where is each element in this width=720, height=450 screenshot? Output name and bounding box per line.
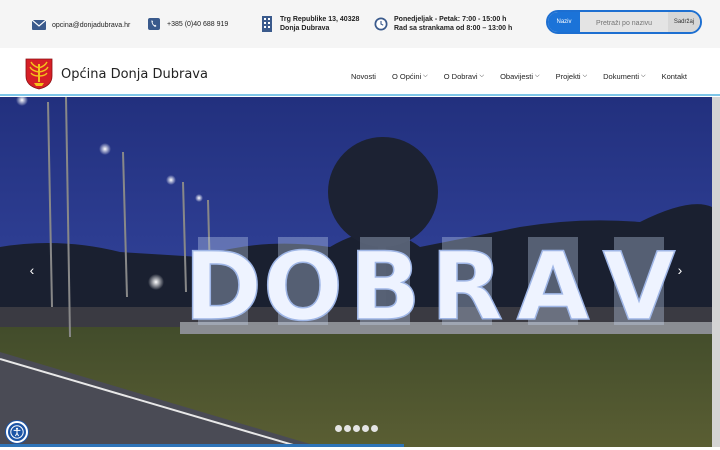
sculpture-letter: B: [349, 233, 421, 342]
top-info-bar: opcina@donjadubrava.hr +385 (0)40 688 91…: [0, 0, 720, 48]
nav-item-o-opcini[interactable]: O Općini ⌵: [392, 72, 428, 81]
nav-label: O Dobravi: [443, 72, 478, 81]
phone-text[interactable]: +385 (0)40 688 919: [167, 20, 228, 29]
sculpture-letter: A: [517, 233, 590, 342]
address-line-1: Trg Republike 13, 40328: [280, 16, 360, 23]
site-title[interactable]: Općina Donja Dubrava: [61, 67, 208, 82]
phone-icon: [147, 17, 161, 31]
main-navigation: Novosti O Općini ⌵ O Dobravi ⌵ Obavijesti ⌵…: [335, 72, 687, 81]
nav-item-dokumenti[interactable]: Dokumenti ⌵: [603, 72, 645, 81]
slider-progress-bar: [0, 444, 404, 447]
chevron-down-icon: ⌵: [641, 73, 646, 79]
search-input[interactable]: [580, 13, 668, 32]
nav-label: Novosti: [350, 72, 376, 81]
nav-label: Kontakt: [661, 72, 687, 81]
phone-info[interactable]: +385 (0)40 688 919: [147, 17, 228, 31]
slider-dot[interactable]: [344, 425, 351, 432]
nav-label: Dokumenti: [603, 72, 639, 81]
nav-label: Projekti: [555, 72, 581, 81]
sculpture-letter: V: [603, 233, 676, 342]
sculpture-letter: O: [263, 233, 343, 342]
slider-dot[interactable]: [353, 425, 360, 432]
nav-item-novosti[interactable]: Novosti: [351, 72, 376, 81]
nav-item-obavijesti[interactable]: Obavijesti ⌵: [500, 72, 540, 81]
nav-label: O Općini: [391, 72, 422, 81]
slider-dot[interactable]: [371, 425, 378, 432]
sculpture-letter: R: [431, 233, 503, 342]
search-by-name-button[interactable]: Naziv: [548, 12, 580, 32]
email-text[interactable]: opcina@donjadubrava.hr: [52, 21, 130, 30]
chevron-down-icon: ⌵: [582, 73, 588, 79]
building-icon: [260, 16, 274, 32]
sculpture-letter: D: [184, 233, 262, 342]
slider-dots: [335, 425, 380, 432]
hours-line-2: Rad sa strankama od 8:00 – 13:00 h: [394, 25, 513, 32]
chevron-down-icon: ⌵: [535, 73, 540, 79]
accessibility-icon[interactable]: [6, 421, 28, 443]
search-box: Naziv Sadržaj: [546, 10, 702, 34]
hours-line-1: Ponedjeljak - Petak: 7:00 - 15:00 h: [394, 16, 507, 23]
search-by-content-button[interactable]: Sadržaj: [668, 12, 700, 32]
chevron-down-icon: ⌵: [423, 73, 428, 79]
slider-prev-arrow[interactable]: ‹: [25, 262, 39, 278]
coat-of-arms-logo[interactable]: [25, 58, 53, 90]
hero-slide-image: DOBRAV: [0, 97, 712, 447]
chevron-down-icon: ⌵: [479, 73, 485, 79]
site-header: Općina Donja Dubrava Novosti O Općini ⌵ O…: [0, 48, 720, 96]
nav-item-o-dobravi[interactable]: O Dobravi ⌵: [444, 72, 484, 81]
nav-item-kontakt[interactable]: Kontakt: [662, 72, 687, 81]
search-input-wrap: [580, 12, 668, 32]
slider-dot[interactable]: [335, 425, 342, 432]
address-info: Trg Republike 13, 40328 Donja Dubrava: [260, 15, 359, 33]
slider-next-arrow[interactable]: ›: [673, 262, 687, 278]
envelope-icon: [32, 18, 46, 32]
nav-item-projekti[interactable]: Projekti ⌵: [556, 72, 588, 81]
hours-info: Ponedjeljak - Petak: 7:00 - 15:00 h Rad …: [374, 15, 512, 33]
slider-side-strip: [712, 97, 720, 447]
email-info[interactable]: opcina@donjadubrava.hr: [32, 18, 130, 32]
nav-label: Obavijesti: [500, 72, 533, 81]
address-line-2: Donja Dubrava: [280, 25, 330, 32]
clock-icon: [374, 17, 388, 31]
hero-slider[interactable]: DOBRAV ‹ ›: [0, 97, 712, 447]
slider-dot[interactable]: [362, 425, 369, 432]
